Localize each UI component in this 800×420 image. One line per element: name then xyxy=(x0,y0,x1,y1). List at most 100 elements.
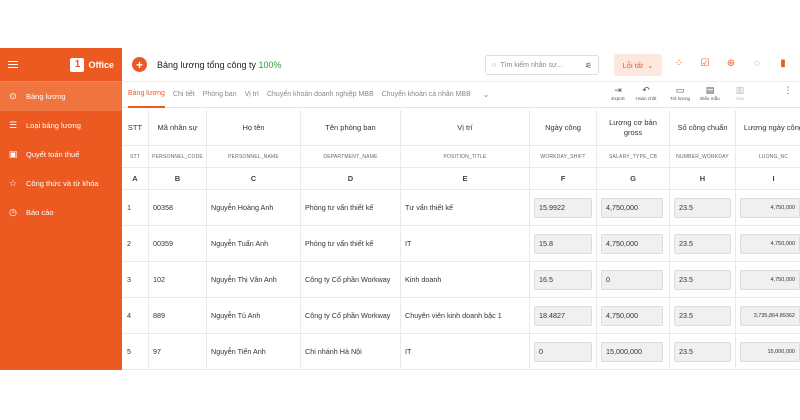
standard-days-input[interactable]: 23.5 xyxy=(674,341,731,362)
tab-phong-ban[interactable]: Phòng ban xyxy=(203,82,237,108)
search-placeholder: Tìm kiếm nhân sự... xyxy=(500,61,563,69)
department-cell: Công ty Cổ phần Workway xyxy=(301,262,401,297)
standard-days-input[interactable]: 23.5 xyxy=(674,233,731,254)
daily-salary-input[interactable]: 3,735,864.89362 xyxy=(740,305,800,326)
daily-salary-input[interactable]: 4,750,000 xyxy=(740,197,800,218)
table-row[interactable]: 1 00358 Nguyễn Hoàng Anh Phòng tư vấn th… xyxy=(122,190,800,226)
tab-bang-luong[interactable]: Bảng lương xyxy=(128,82,165,108)
code-cell: NUMBER_WORKDAY xyxy=(670,146,736,167)
error-filter-button[interactable]: Lỗi tất ⌄ xyxy=(614,54,662,76)
template-button[interactable]: ▤ Biểu mẫu xyxy=(696,85,724,101)
header-cell[interactable]: Lương cơ bản gross xyxy=(597,110,670,145)
department-cell: Phòng tư vấn thiết kế xyxy=(301,190,401,225)
office-app-icon[interactable]: ▮ xyxy=(776,58,790,69)
delete-label: Xóa xyxy=(735,96,745,101)
tab-chuyen-khoan-ca-nhan[interactable]: Chuyển khoản cá nhân MBB xyxy=(382,82,471,108)
table-row[interactable]: 5 97 Nguyễn Tiến Anh Chi nhánh Hà Nội IT… xyxy=(122,334,800,370)
header-cell[interactable]: Số công chuẩn xyxy=(670,110,736,145)
salary-cell: 4,750,000 xyxy=(597,298,670,333)
position-cell: IT xyxy=(401,226,530,261)
code-cell: WORKDAY_SHIFT xyxy=(530,146,597,167)
table-letter-row: A B C D E F G H I xyxy=(122,168,800,190)
undo-icon: ↶ xyxy=(642,85,650,95)
table-row[interactable]: 4 889 Nguyễn Tú Anh Công ty Cổ phần Work… xyxy=(122,298,800,334)
grid-icon[interactable]: ⁘ xyxy=(672,58,686,69)
chevron-down-icon: ⌄ xyxy=(647,60,654,70)
standard-days-input[interactable]: 23.5 xyxy=(674,269,731,290)
header-cell[interactable]: Họ tên xyxy=(207,110,301,145)
tab-bar: Bảng lương Chi tiết Phòng ban Vị trí Chu… xyxy=(122,82,800,108)
tab-chuyen-khoan-doanh-nghiep[interactable]: Chuyển khoản doanh nghiệp MBB xyxy=(267,82,374,108)
standard-days-input[interactable]: 23.5 xyxy=(674,197,731,218)
header-cell[interactable]: Vị trí xyxy=(401,110,530,145)
sidebar-item-bang-luong[interactable]: ⊙ Bảng lương xyxy=(0,82,122,111)
workday-cell: 0 xyxy=(530,334,597,369)
sidebar-item-loai-bang-luong[interactable]: ☰ Loại bảng lương xyxy=(0,111,122,140)
daily-salary-input[interactable]: 15,000,000 xyxy=(740,341,800,362)
export-button[interactable]: ⇥ Export xyxy=(604,85,632,101)
personnel-code-cell: 97 xyxy=(149,334,207,369)
department-cell: Công ty Cổ phần Workway xyxy=(301,298,401,333)
checkbox-icon[interactable]: ☑ xyxy=(698,58,712,69)
name-cell: Nguyễn Hoàng Anh xyxy=(207,190,301,225)
sidebar-item-cong-thuc[interactable]: ☆ Công thức và từ khóa xyxy=(0,169,122,198)
more-vertical-icon: ⋮ xyxy=(783,85,793,95)
search-input[interactable]: ○ Tìm kiếm nhân sự... ⚟ xyxy=(485,55,599,75)
workday-cell: 16.5 xyxy=(530,262,597,297)
workday-input[interactable]: 16.5 xyxy=(534,269,592,290)
menu-icon[interactable] xyxy=(8,61,18,68)
chevron-down-icon[interactable]: ⌄ xyxy=(483,90,490,99)
template-label: Biểu mẫu xyxy=(700,96,720,101)
filter-icon[interactable]: ⚟ xyxy=(585,61,592,70)
header-cell[interactable]: STT xyxy=(122,110,149,145)
daily-salary-cell: 3,735,864.89362 xyxy=(736,298,800,333)
salary-input[interactable]: 4,750,000 xyxy=(601,197,663,218)
top-bar: + Bảng lương tổng công ty 100% ○ Tìm kiế… xyxy=(122,48,800,82)
department-cell: Chi nhánh Hà Nội xyxy=(301,334,401,369)
sidebar-item-quyet-toan-thue[interactable]: ▣ Quyết toán thuế xyxy=(0,140,122,169)
header-cell[interactable]: Tên phòng ban xyxy=(301,110,401,145)
name-cell: Nguyễn Tuấn Anh xyxy=(207,226,301,261)
salary-input[interactable]: 15,000,000 xyxy=(601,341,663,362)
salary-input[interactable]: 4,750,000 xyxy=(601,233,663,254)
salary-input[interactable]: 4,750,000 xyxy=(601,305,663,326)
delete-button[interactable]: ▥ Xóa xyxy=(726,85,754,101)
salary-input[interactable]: 0 xyxy=(601,269,663,290)
clipboard-icon: ▣ xyxy=(8,149,18,159)
add-button[interactable]: + xyxy=(132,57,147,72)
export-icon: ⇥ xyxy=(614,85,622,95)
pay-salary-button[interactable]: ▭ Trả lương xyxy=(666,85,694,101)
tab-chi-tiet[interactable]: Chi tiết xyxy=(173,82,195,108)
table-row[interactable]: 2 00359 Nguyễn Tuấn Anh Phòng tư vấn thi… xyxy=(122,226,800,262)
header-cell[interactable]: Mã nhân sự xyxy=(149,110,207,145)
app-logo: 1 Office xyxy=(70,57,114,72)
daily-salary-cell: 15,000,000 xyxy=(736,334,800,369)
daily-salary-input[interactable]: 4,750,000 xyxy=(740,269,800,290)
more-options-button[interactable]: ⋮ xyxy=(774,85,800,96)
sidebar-item-bao-cao[interactable]: ◷ Báo cáo xyxy=(0,198,122,227)
header-cell[interactable]: Lương ngày công xyxy=(736,110,800,145)
tab-vi-tri[interactable]: Vị trí xyxy=(245,82,259,108)
sidebar: 1 Office ⊙ Bảng lương ☰ Loại bảng lương … xyxy=(0,48,122,370)
department-cell: Phòng tư vấn thiết kế xyxy=(301,226,401,261)
workday-input[interactable]: 15.8 xyxy=(534,233,592,254)
settings-icon[interactable]: ⊕ xyxy=(724,58,738,69)
star-icon: ☆ xyxy=(8,178,18,188)
bell-icon[interactable]: ◌ xyxy=(750,58,764,69)
standard-days-input[interactable]: 23.5 xyxy=(674,305,731,326)
header-cell[interactable]: Ngày công xyxy=(530,110,597,145)
clock-icon: ◷ xyxy=(9,207,17,217)
page-title-text: Bảng lương tổng công ty xyxy=(157,59,256,70)
standard-days-cell: 23.5 xyxy=(670,334,736,369)
workday-input[interactable]: 15.9922 xyxy=(534,197,592,218)
payroll-table: STT Mã nhân sự Họ tên Tên phòng ban Vị t… xyxy=(122,110,800,370)
table-row[interactable]: 3 102 Nguyễn Thị Vân Anh Công ty Cổ phần… xyxy=(122,262,800,298)
undo-finalize-button[interactable]: ↶ Hoàn chốt xyxy=(632,85,660,101)
standard-days-cell: 23.5 xyxy=(670,190,736,225)
daily-salary-input[interactable]: 4,750,000 xyxy=(740,233,800,254)
salary-cell: 4,750,000 xyxy=(597,190,670,225)
column-letter: G xyxy=(597,168,670,189)
workday-input[interactable]: 18.4827 xyxy=(534,305,592,326)
workday-input[interactable]: 0 xyxy=(534,341,592,362)
export-label: Export xyxy=(611,96,625,101)
